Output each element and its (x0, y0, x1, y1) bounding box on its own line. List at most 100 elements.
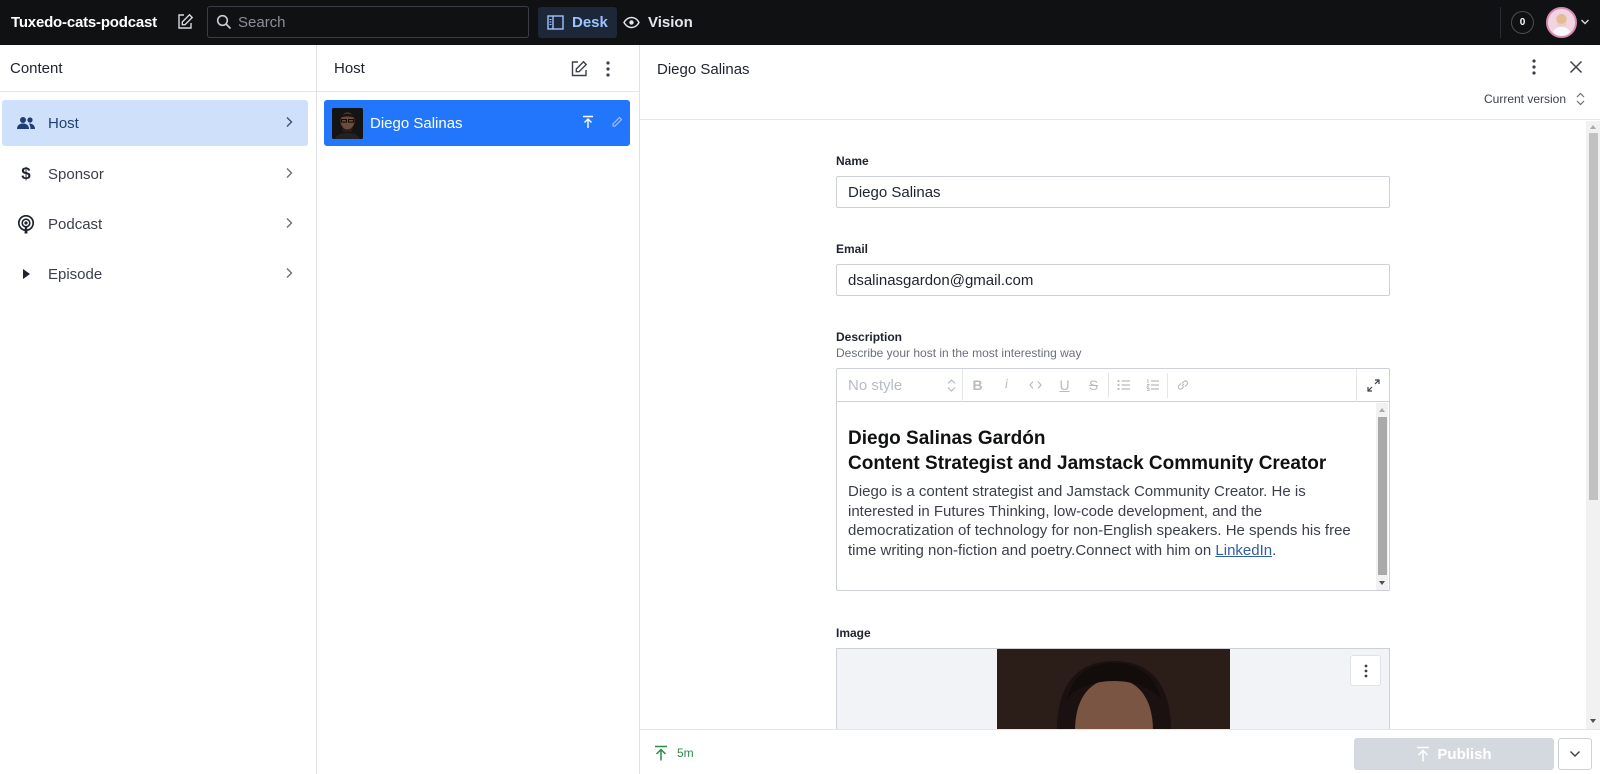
description-rich-text-editor[interactable]: No style B i U S Diego Salinas Gardón Co… (836, 368, 1390, 591)
search-box[interactable] (207, 6, 529, 38)
bullet-list-icon (1116, 379, 1131, 391)
topbar-divider (1500, 7, 1501, 38)
compose-icon[interactable] (570, 60, 588, 78)
sidebar-item-label: Episode (48, 265, 103, 283)
chevron-up-down-icon (947, 378, 956, 393)
text-style-select[interactable]: No style (837, 368, 963, 402)
content-pane-title: Content (10, 59, 63, 77)
scroll-up-arrow-icon[interactable] (1379, 407, 1385, 412)
italic-icon: i (1004, 377, 1009, 392)
host-pane-header: Host (317, 45, 639, 92)
chevron-right-icon (284, 267, 294, 279)
publish-status-time: 5m (677, 746, 694, 760)
underline-icon: U (1059, 377, 1070, 393)
version-label: Current version (1484, 92, 1567, 106)
sidebar-item-label: Podcast (48, 215, 103, 233)
strikethrough-button[interactable]: S (1079, 369, 1108, 402)
editor-header: Diego Salinas (640, 45, 1600, 120)
sidebar-item-episode[interactable]: Episode (2, 251, 308, 297)
sidebar-item-host[interactable]: Host (2, 100, 308, 146)
publish-options-button[interactable] (1558, 738, 1592, 770)
host-list-pane: Host (317, 45, 640, 774)
linkedin-link[interactable]: LinkedIn (1215, 542, 1272, 559)
image-field-label: Image (836, 626, 871, 640)
numbered-list-button[interactable] (1138, 369, 1167, 402)
description-heading-line2: Content Strategist and Jamstack Communit… (848, 453, 1327, 474)
project-name[interactable]: Tuxedo-cats-podcast (11, 14, 157, 31)
search-input[interactable] (238, 13, 518, 31)
desk-tool-button[interactable]: Desk (538, 7, 617, 38)
sidebar-item-podcast[interactable]: Podcast (2, 201, 308, 247)
published-icon (654, 745, 668, 761)
rich-text-toolbar: No style B i U S (837, 368, 1389, 402)
content-pane: Content Host $ Sponsor Podcast Episode (0, 45, 317, 774)
search-icon (216, 14, 232, 30)
code-icon (1029, 380, 1042, 390)
document-scrollbar-thumb[interactable] (1589, 133, 1598, 500)
more-vertical-icon[interactable] (605, 60, 611, 78)
dollar-icon: $ (21, 164, 31, 183)
description-paragraph: Diego is a content strategist and Jamsta… (848, 482, 1366, 560)
vision-tool-button[interactable]: Vision (614, 7, 702, 38)
bullet-list-button[interactable] (1109, 369, 1138, 402)
new-document-icon[interactable] (172, 9, 198, 35)
link-button[interactable] (1168, 369, 1197, 402)
chevron-right-icon (284, 167, 294, 179)
users-icon (16, 116, 36, 130)
scroll-down-arrow-icon[interactable] (1379, 581, 1385, 586)
document-scrollbar[interactable] (1586, 121, 1600, 729)
italic-button[interactable]: i (992, 369, 1021, 402)
description-help-text: Describe your host in the most interesti… (836, 346, 1082, 360)
chevron-down-icon (1569, 750, 1581, 758)
publish-status[interactable]: 5m (654, 745, 694, 761)
top-navbar: Tuxedo-cats-podcast Desk Vision 0 (0, 0, 1600, 45)
document-item-diego-salinas[interactable]: Diego Salinas (324, 100, 630, 146)
document-heading: Diego Salinas (657, 61, 750, 78)
chevron-right-icon (284, 217, 294, 229)
name-input[interactable] (836, 176, 1390, 208)
chevron-right-icon (284, 116, 294, 128)
close-icon[interactable] (1569, 60, 1583, 74)
bold-button[interactable]: B (963, 369, 992, 402)
rich-text-content[interactable]: Diego Salinas Gardón Content Strategist … (837, 402, 1377, 590)
code-button[interactable] (1021, 369, 1050, 402)
publish-button-label: Publish (1437, 745, 1492, 763)
version-selector[interactable]: Current version (1484, 92, 1585, 106)
more-vertical-icon[interactable] (1531, 58, 1537, 76)
sidebar-item-sponsor[interactable]: $ Sponsor (2, 151, 308, 197)
play-icon (16, 268, 36, 280)
host-pane-title: Host (334, 59, 365, 77)
content-pane-header: Content (0, 45, 316, 92)
description-paragraph-end: . (1272, 541, 1277, 559)
notification-badge[interactable]: 0 (1511, 11, 1534, 34)
desk-icon (547, 15, 572, 30)
chevron-up-down-icon (1566, 92, 1585, 106)
scroll-down-arrow-icon[interactable] (1590, 719, 1596, 724)
bold-icon: B (972, 377, 983, 393)
name-field-label: Name (836, 154, 869, 168)
editor-scrollbar-thumb[interactable] (1378, 417, 1387, 575)
strikethrough-icon: S (1088, 377, 1099, 393)
fullscreen-button[interactable] (1356, 369, 1389, 402)
sidebar-item-label: Host (48, 114, 79, 132)
image-menu-button[interactable] (1350, 655, 1381, 686)
editor-scrollbar[interactable] (1376, 403, 1388, 590)
publish-button[interactable]: Publish (1354, 738, 1554, 770)
editor-footer: 5m Publish (640, 729, 1600, 774)
link-icon (1176, 378, 1190, 392)
host-photo (997, 649, 1230, 730)
published-icon (582, 115, 594, 129)
numbered-list-icon (1145, 379, 1160, 391)
edit-draft-icon (611, 116, 623, 128)
scroll-up-arrow-icon[interactable] (1590, 124, 1596, 129)
underline-button[interactable]: U (1050, 369, 1079, 402)
image-field[interactable] (836, 648, 1390, 730)
document-thumbnail (332, 107, 363, 139)
document-title: Diego Salinas (370, 114, 463, 132)
desk-tool-label: Desk (572, 14, 608, 31)
description-field-label: Description (836, 330, 903, 344)
eye-icon (623, 16, 648, 29)
chevron-down-icon[interactable] (1580, 17, 1590, 27)
user-avatar[interactable] (1546, 7, 1577, 38)
email-input[interactable] (836, 264, 1390, 296)
